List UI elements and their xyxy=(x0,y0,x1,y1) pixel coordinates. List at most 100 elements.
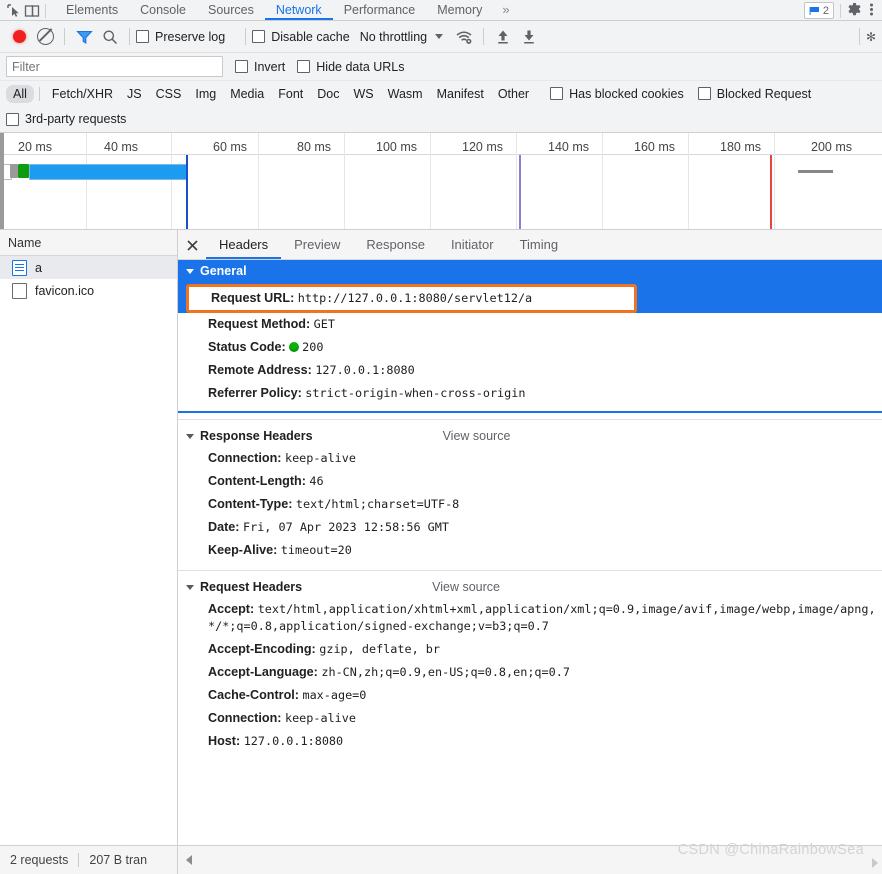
type-filter-img[interactable]: Img xyxy=(188,85,223,103)
request-list-header[interactable]: Name xyxy=(0,230,177,256)
request-header-accept-encoding: Accept-Encoding: gzip, deflate, br xyxy=(178,638,882,661)
request-url-value: http://127.0.0.1:8080/servlet12/a xyxy=(297,291,533,305)
toolbar-divider-4 xyxy=(483,28,485,45)
third-party-row: 3rd-party requests xyxy=(0,106,882,133)
header-value: timeout=20 xyxy=(280,543,352,557)
request-headers-header[interactable]: Request Headers View source xyxy=(178,576,882,598)
tab-performance[interactable]: Performance xyxy=(333,0,427,20)
type-filter-js[interactable]: JS xyxy=(120,85,149,103)
overview-bar-download xyxy=(29,164,187,180)
type-filter-ws[interactable]: WS xyxy=(346,85,380,103)
type-filter-media[interactable]: Media xyxy=(223,85,271,103)
header-value: text/html,application/xhtml+xml,applicat… xyxy=(208,602,876,633)
detail-tab-headers[interactable]: Headers xyxy=(206,231,282,259)
dock-controls xyxy=(0,4,55,20)
overview-tick-100ms: 100 ms xyxy=(376,140,417,154)
request-method-key: Request Method: xyxy=(208,317,311,331)
close-icon[interactable] xyxy=(178,231,206,259)
type-filter-css[interactable]: CSS xyxy=(149,85,189,103)
network-conditions-icon[interactable] xyxy=(451,24,477,50)
overview-bar-ttfb xyxy=(18,164,29,178)
kebab-menu-icon[interactable] xyxy=(865,2,878,19)
request-header-host: Host: 127.0.0.1:8080 xyxy=(178,730,882,753)
import-har-icon[interactable] xyxy=(490,24,516,50)
has-blocked-cookies-checkbox[interactable]: Has blocked cookies xyxy=(550,87,684,101)
hide-data-urls-checkbox[interactable]: Hide data URLs xyxy=(297,60,405,74)
issues-counter-button[interactable]: 2 xyxy=(803,2,834,19)
detail-tab-preview[interactable]: Preview xyxy=(281,231,353,259)
remote-address-key: Remote Address: xyxy=(208,363,312,377)
header-value: text/html;charset=UTF-8 xyxy=(295,497,460,511)
filter-icon[interactable] xyxy=(71,24,97,50)
tab-sources[interactable]: Sources xyxy=(197,0,265,20)
overview-bar-wait xyxy=(10,164,18,178)
chevron-down-icon xyxy=(186,268,194,274)
header-value: 127.0.0.1:8080 xyxy=(243,734,344,748)
overview-left-handle[interactable] xyxy=(0,133,4,229)
panel-tabs-list: Elements Console Sources Network Perform… xyxy=(55,0,519,20)
disable-cache-checkbox[interactable]: Disable cache xyxy=(252,30,350,44)
response-headers-header[interactable]: Response Headers View source xyxy=(178,425,882,447)
tab-console[interactable]: Console xyxy=(129,0,197,20)
type-filter-doc[interactable]: Doc xyxy=(310,85,346,103)
blocked-requests-checkbox[interactable]: Blocked Request xyxy=(697,87,811,101)
general-row-referrer-policy: Referrer Policy: strict-origin-when-cros… xyxy=(178,382,882,405)
request-view-source-link[interactable]: View source xyxy=(432,580,500,594)
type-filter-wasm[interactable]: Wasm xyxy=(381,85,430,103)
tabbar-right-controls: 2 xyxy=(803,2,882,20)
header-value: Fri, 07 Apr 2023 12:58:56 GMT xyxy=(243,520,449,534)
request-header-connection: Connection: keep-alive xyxy=(178,707,882,730)
device-toolbar-icon[interactable] xyxy=(24,4,40,18)
right-divider xyxy=(840,3,841,18)
clear-button[interactable] xyxy=(32,24,58,50)
scroll-left-icon[interactable] xyxy=(186,855,192,865)
third-party-label: 3rd-party requests xyxy=(25,112,127,126)
overview-tick-80ms: 80 ms xyxy=(297,140,332,154)
more-panels-icon[interactable]: » xyxy=(493,0,518,20)
export-har-icon[interactable] xyxy=(516,24,542,50)
general-section-header[interactable]: General xyxy=(178,260,882,282)
header-key: Keep-Alive: xyxy=(208,543,278,557)
response-view-source-link[interactable]: View source xyxy=(443,429,511,443)
inspect-icon[interactable] xyxy=(6,4,22,18)
tab-elements[interactable]: Elements xyxy=(55,0,129,20)
invert-checkbox[interactable]: Invert xyxy=(235,60,285,74)
detail-tab-timing[interactable]: Timing xyxy=(507,231,572,259)
third-party-requests-checkbox[interactable]: 3rd-party requests xyxy=(6,112,126,126)
document-icon xyxy=(12,259,27,276)
status-summary: 2 requests 207 B tran xyxy=(0,846,178,874)
header-key: Accept-Language: xyxy=(208,665,318,679)
preserve-log-checkbox[interactable]: Preserve log xyxy=(136,30,225,44)
scroll-right-icon[interactable] xyxy=(872,858,878,868)
types-divider xyxy=(38,86,40,101)
overview-tick-40ms: 40 ms xyxy=(104,140,139,154)
header-key: Accept: xyxy=(208,602,255,616)
record-button[interactable] xyxy=(6,24,32,50)
tab-network[interactable]: Network xyxy=(264,0,333,20)
referrer-policy-value: strict-origin-when-cross-origin xyxy=(305,386,526,400)
header-key: Cache-Control: xyxy=(208,688,299,702)
overview-tick-20ms: 20 ms xyxy=(18,140,53,154)
request-row-favicon[interactable]: favicon.ico xyxy=(0,279,177,302)
toolbar-overflow-icon[interactable]: ✻ xyxy=(866,30,876,44)
overview-tick-180ms: 180 ms xyxy=(720,140,761,154)
request-row-a[interactable]: a xyxy=(0,256,177,279)
tab-memory[interactable]: Memory xyxy=(426,0,493,20)
header-key: Connection: xyxy=(208,711,282,725)
network-overview-timeline[interactable]: 20 ms 40 ms 60 ms 80 ms 100 ms 120 ms 14… xyxy=(0,133,882,230)
detail-tab-response[interactable]: Response xyxy=(353,231,438,259)
type-filter-all[interactable]: All xyxy=(6,84,34,103)
search-icon[interactable] xyxy=(97,24,123,50)
throttling-dropdown[interactable]: No throttling xyxy=(360,30,444,44)
detail-tab-initiator[interactable]: Initiator xyxy=(438,231,507,259)
type-filter-other[interactable]: Other xyxy=(491,85,536,103)
gear-icon[interactable] xyxy=(847,2,862,19)
request-headers-title: Request Headers xyxy=(200,580,303,594)
hide-data-urls-box xyxy=(297,60,311,73)
type-filter-font[interactable]: Font xyxy=(271,85,310,103)
type-filter-manifest[interactable]: Manifest xyxy=(430,85,491,103)
type-filter-fetch-xhr[interactable]: Fetch/XHR xyxy=(45,85,120,103)
filter-input[interactable] xyxy=(6,56,223,77)
tabbar-divider xyxy=(45,4,46,18)
header-key: Content-Type: xyxy=(208,497,293,511)
